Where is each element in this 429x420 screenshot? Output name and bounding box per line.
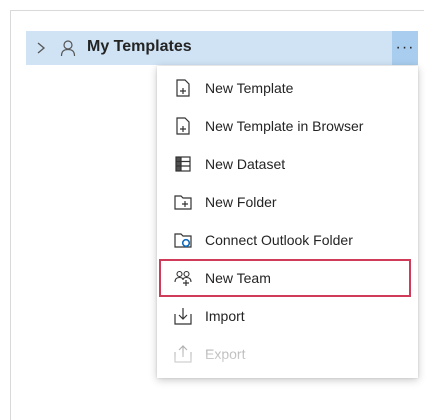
menu-item-new-folder[interactable]: New Folder <box>157 183 418 221</box>
menu-item-new-team[interactable]: New Team <box>157 259 418 297</box>
menu-item-label: New Team <box>205 270 271 286</box>
menu-item-export[interactable]: Export <box>157 335 418 373</box>
menu-item-import[interactable]: Import <box>157 297 418 335</box>
outlook-folder-icon <box>174 233 192 248</box>
tree-item-label: My Templates <box>87 38 192 55</box>
team-icon <box>174 270 192 286</box>
more-options-button[interactable]: ··· <box>392 31 418 65</box>
menu-item-new-template[interactable]: New Template <box>157 69 418 107</box>
menu-item-new-template-in-browser[interactable]: New Template in Browser <box>157 107 418 145</box>
menu-item-label: Export <box>205 346 246 362</box>
menu-item-label: New Template in Browser <box>205 118 364 134</box>
export-icon <box>174 345 192 363</box>
menu-item-label: New Template <box>205 80 294 96</box>
chevron-right-icon[interactable] <box>34 40 48 56</box>
menu-item-label: Import <box>205 308 245 324</box>
new-template-icon <box>176 79 190 97</box>
menu-item-label: New Folder <box>205 194 277 210</box>
tree-item-my-templates[interactable]: My Templates ··· <box>26 31 418 65</box>
menu-item-connect-outlook-folder[interactable]: Connect Outlook Folder <box>157 221 418 259</box>
context-menu: New Template New Template in Browser New… <box>157 66 418 378</box>
menu-item-new-dataset[interactable]: New Dataset <box>157 145 418 183</box>
person-icon <box>60 40 76 57</box>
new-template-browser-icon <box>176 117 190 135</box>
menu-item-label: New Dataset <box>205 156 286 172</box>
dataset-icon <box>175 156 191 172</box>
import-icon <box>174 308 192 325</box>
new-folder-icon <box>174 195 192 210</box>
menu-item-label: Connect Outlook Folder <box>205 232 353 248</box>
